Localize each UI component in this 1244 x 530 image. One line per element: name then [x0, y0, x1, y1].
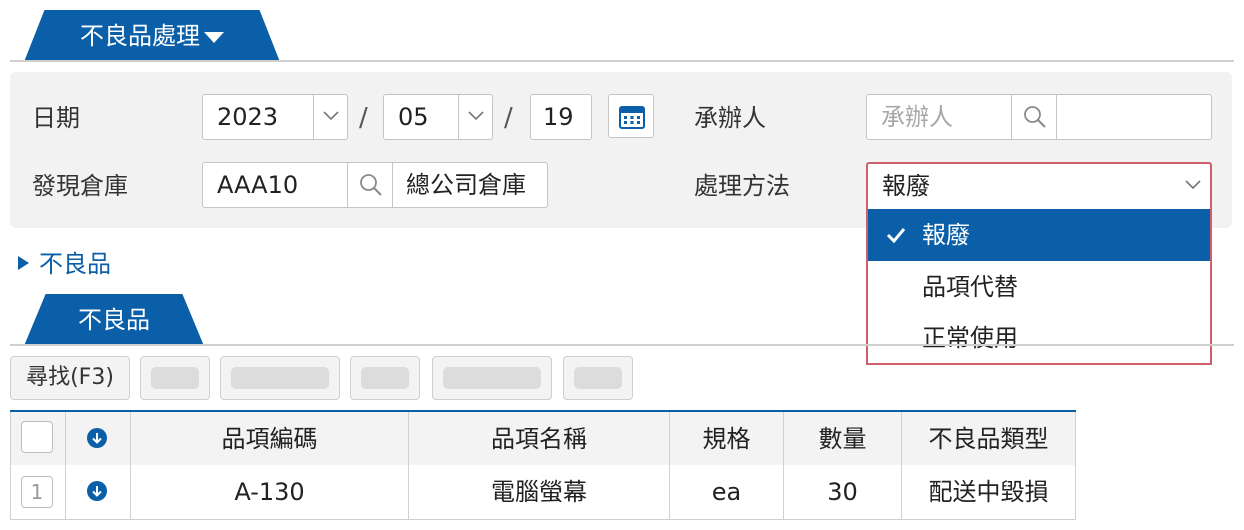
cell-item-code[interactable]: A-130: [131, 465, 409, 520]
download-icon: [87, 428, 107, 448]
header-item-code[interactable]: 品項編碼: [131, 412, 409, 467]
tab-label: 不良品處理: [80, 22, 200, 50]
row-number[interactable]: 1: [21, 476, 53, 508]
day-input[interactable]: 19: [530, 94, 592, 140]
warehouse-code: AAA10: [217, 171, 299, 199]
tab-defective-processing[interactable]: 不良品處理: [24, 10, 280, 62]
method-dropdown-menu: 報廢 品項代替 正常使用: [866, 207, 1212, 365]
month-select[interactable]: 05: [383, 94, 493, 140]
calendar-button[interactable]: [608, 94, 654, 138]
subtab-label: 不良品: [78, 306, 150, 334]
table-header-row: 品項編碼 品項名稱 規格 數量 不良品類型: [10, 410, 1076, 467]
date-label: 日期: [32, 104, 80, 132]
toolbar-button[interactable]: [432, 356, 552, 400]
month-value: 05: [398, 103, 429, 131]
header-divider: [10, 60, 1234, 62]
toolbar-button[interactable]: [563, 356, 633, 400]
method-option-scrap[interactable]: 報廢: [868, 209, 1210, 261]
warehouse-name: 總公司倉庫: [406, 171, 526, 199]
day-value: 19: [543, 103, 574, 131]
method-option-label: 報廢: [922, 221, 970, 249]
header-defect-type[interactable]: 不良品類型: [902, 412, 1076, 467]
method-select[interactable]: 報廢: [866, 162, 1212, 209]
method-option-label: 品項代替: [922, 273, 1018, 301]
caret-down-icon: [204, 31, 224, 43]
placeholder-block: [443, 367, 541, 389]
chevron-down-icon: [458, 95, 492, 139]
cell-quantity[interactable]: 30: [784, 465, 902, 520]
search-icon: [360, 174, 382, 196]
row-number-cell: 1: [10, 465, 66, 520]
select-all-checkbox[interactable]: [21, 421, 53, 453]
placeholder-block: [151, 367, 199, 389]
method-option-normal-use[interactable]: 正常使用: [868, 312, 1210, 364]
defective-section-toggle[interactable]: 不良品: [18, 246, 111, 282]
cell-spec[interactable]: ea: [670, 465, 784, 520]
date-separator: /: [359, 103, 368, 133]
year-select[interactable]: 2023: [202, 94, 348, 140]
placeholder-block: [361, 367, 409, 389]
chevron-down-icon: [313, 95, 347, 139]
placeholder-block: [231, 367, 329, 389]
warehouse-label: 發現倉庫: [32, 172, 128, 200]
header-item-name[interactable]: 品項名稱: [409, 412, 670, 467]
placeholder-block: [574, 367, 622, 389]
search-icon: [1024, 106, 1046, 128]
table-row[interactable]: 1 A-130 電腦螢幕 ea 30 配送中毀損: [10, 465, 1076, 520]
triangle-right-icon: [18, 256, 29, 270]
header-spec[interactable]: 規格: [670, 412, 784, 467]
cell-defect-type[interactable]: 配送中毀損: [902, 465, 1076, 520]
year-value: 2023: [217, 103, 279, 131]
download-header-cell: [66, 412, 131, 467]
row-download-cell: [66, 465, 131, 520]
find-button[interactable]: 尋找(F3): [10, 356, 130, 400]
date-separator: /: [504, 103, 513, 133]
handler-search-button[interactable]: [1011, 95, 1057, 139]
download-icon: [87, 481, 107, 501]
toolbar-button[interactable]: [350, 356, 420, 400]
header-quantity[interactable]: 數量: [784, 412, 902, 467]
handler-placeholder: 承辦人: [881, 103, 953, 131]
tab-defective-items[interactable]: 不良品: [24, 294, 204, 346]
toolbar-button[interactable]: [220, 356, 340, 400]
toolbar-button[interactable]: [140, 356, 210, 400]
method-value: 報廢: [882, 172, 930, 200]
warehouse-field[interactable]: AAA10 總公司倉庫: [202, 162, 548, 208]
subtab-divider: [10, 344, 1234, 346]
method-option-substitute[interactable]: 品項代替: [868, 261, 1210, 313]
handler-field[interactable]: 承辦人: [866, 94, 1212, 140]
calendar-icon: [619, 106, 645, 129]
method-label: 處理方法: [694, 172, 790, 200]
chevron-down-icon: [1176, 164, 1210, 208]
method-option-label: 正常使用: [922, 324, 1018, 352]
find-button-label: 尋找(F3): [26, 365, 114, 390]
check-icon: [886, 228, 906, 243]
select-all-cell: [10, 412, 66, 467]
handler-label: 承辦人: [694, 104, 766, 132]
section-toggle-label: 不良品: [39, 250, 111, 278]
cell-item-name[interactable]: 電腦螢幕: [409, 465, 670, 520]
warehouse-search-button[interactable]: [347, 163, 393, 207]
